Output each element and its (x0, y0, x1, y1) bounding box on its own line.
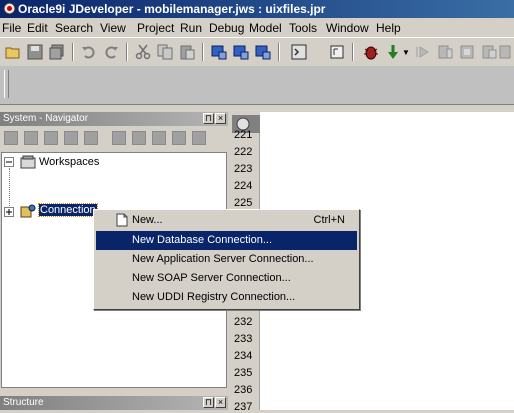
toolbar-grip[interactable] (4, 70, 9, 98)
menu-tools[interactable]: Tools (289, 21, 317, 35)
navigator-title: System - Navigator (3, 113, 89, 124)
close-icon[interactable]: × (215, 397, 226, 408)
make-icon[interactable] (210, 43, 228, 61)
class-icon[interactable] (328, 43, 346, 61)
menu-file[interactable]: File (2, 21, 21, 35)
expand-icon[interactable] (4, 207, 14, 217)
line-number: 234 (234, 350, 253, 362)
structure-title: Structure (3, 397, 44, 408)
remove-file-icon[interactable] (64, 131, 78, 145)
watch-icon[interactable] (480, 43, 498, 61)
menu-item-label: New... (132, 214, 163, 226)
tree-connector (9, 168, 10, 212)
undo-icon[interactable] (80, 43, 98, 61)
menu-item-label: New UDDI Registry Connection... (132, 291, 296, 303)
connections-icon (20, 204, 36, 218)
menu-debug[interactable]: Debug (209, 21, 244, 35)
window-title: Oracle9i JDeveloper - mobilemanager.jws … (18, 2, 326, 16)
menu-item-label: New SOAP Server Connection... (132, 272, 291, 284)
close-icon[interactable]: × (215, 113, 226, 124)
list-view-icon[interactable] (112, 131, 126, 145)
step-over-icon[interactable] (436, 43, 454, 61)
menu-help[interactable]: Help (376, 21, 401, 35)
menu-item-new-soap-server-connection[interactable]: New SOAP Server Connection... (96, 269, 357, 288)
pin-icon[interactable]: ⊓ (203, 113, 214, 124)
menu-run[interactable]: Run (180, 21, 202, 35)
save-icon[interactable] (26, 43, 44, 61)
cut-icon[interactable] (134, 43, 152, 61)
redo-icon[interactable] (102, 43, 120, 61)
menu-item-new[interactable]: New... Ctrl+N (96, 211, 357, 230)
group-icon[interactable] (172, 131, 186, 145)
menu-item-new-database-connection[interactable]: New Database Connection... (96, 231, 357, 250)
rebuild-icon[interactable] (232, 43, 250, 61)
line-number: 233 (234, 333, 253, 345)
paste-icon[interactable] (178, 43, 196, 61)
tree-item-workspaces[interactable]: Workspaces (39, 156, 99, 168)
chevron-down-icon[interactable]: ▼ (402, 48, 410, 57)
new-workspace-icon[interactable] (4, 131, 18, 145)
context-menu: New... Ctrl+N New Database Connection...… (93, 209, 360, 310)
add-file-icon[interactable] (44, 131, 58, 145)
main-toolbar: ▼ (0, 37, 514, 67)
menu-model[interactable]: Model (249, 21, 282, 35)
line-number: 236 (234, 384, 253, 396)
line-number: 221 (234, 129, 253, 141)
step-out-icon[interactable] (458, 43, 476, 61)
sort-icon[interactable] (132, 131, 146, 145)
line-number: 222 (234, 146, 253, 158)
line-number: 237 (234, 401, 253, 413)
line-number: 224 (234, 180, 253, 192)
line-number: 232 (234, 316, 253, 328)
menu-search[interactable]: Search (55, 21, 93, 35)
debug-icon[interactable] (362, 43, 380, 61)
open-icon[interactable] (4, 43, 22, 61)
save-icon[interactable] (24, 131, 38, 145)
menu-item-label: New Database Connection... (132, 234, 273, 246)
collapse-icon[interactable] (4, 157, 14, 167)
menu-window[interactable]: Window (326, 21, 369, 35)
pin-icon[interactable]: ⊓ (203, 397, 214, 408)
toolbar-separator (278, 43, 280, 61)
toolbar-separator (202, 43, 204, 61)
line-number: 225 (234, 197, 253, 209)
run-icon[interactable] (384, 43, 402, 61)
menu-item-label: New Application Server Connection... (132, 253, 314, 265)
toolbar-separator (72, 43, 74, 61)
title-bar: Oracle9i JDeveloper - mobilemanager.jws … (0, 0, 514, 18)
filter-icon[interactable] (152, 131, 166, 145)
secondary-toolbar-band (0, 66, 514, 105)
menu-edit[interactable]: Edit (27, 21, 48, 35)
menu-item-new-uddi-registry-connection[interactable]: New UDDI Registry Connection... (96, 288, 357, 307)
toolbar-separator (352, 43, 354, 61)
new-file-icon (116, 213, 128, 227)
deploy-icon[interactable] (254, 43, 272, 61)
menu-item-new-application-server-connection[interactable]: New Application Server Connection... (96, 250, 357, 269)
structure-title-bar: Structure ⊓ × (0, 396, 228, 410)
menu-view[interactable]: View (100, 21, 126, 35)
step-icon[interactable] (414, 43, 432, 61)
line-number: 235 (234, 367, 253, 379)
save-all-icon[interactable] (48, 43, 66, 61)
jdeveloper-app-icon (3, 2, 16, 15)
workspaces-icon (20, 155, 36, 169)
more-icon[interactable] (498, 43, 512, 61)
menu-bar: File Edit Search View Project Run Debug … (0, 18, 514, 37)
refresh-icon[interactable] (84, 131, 98, 145)
menu-item-shortcut: Ctrl+N (313, 214, 345, 226)
options-icon[interactable] (192, 131, 206, 145)
toggle-view-icon[interactable] (290, 43, 308, 61)
navigator-toolbar (0, 127, 228, 151)
tree-item-connections[interactable]: Connection (38, 203, 98, 217)
line-number: 223 (234, 163, 253, 175)
menu-project[interactable]: Project (137, 21, 174, 35)
toolbar-separator (126, 43, 128, 61)
navigator-title-bar: System - Navigator ⊓ × (0, 112, 228, 126)
copy-icon[interactable] (156, 43, 174, 61)
